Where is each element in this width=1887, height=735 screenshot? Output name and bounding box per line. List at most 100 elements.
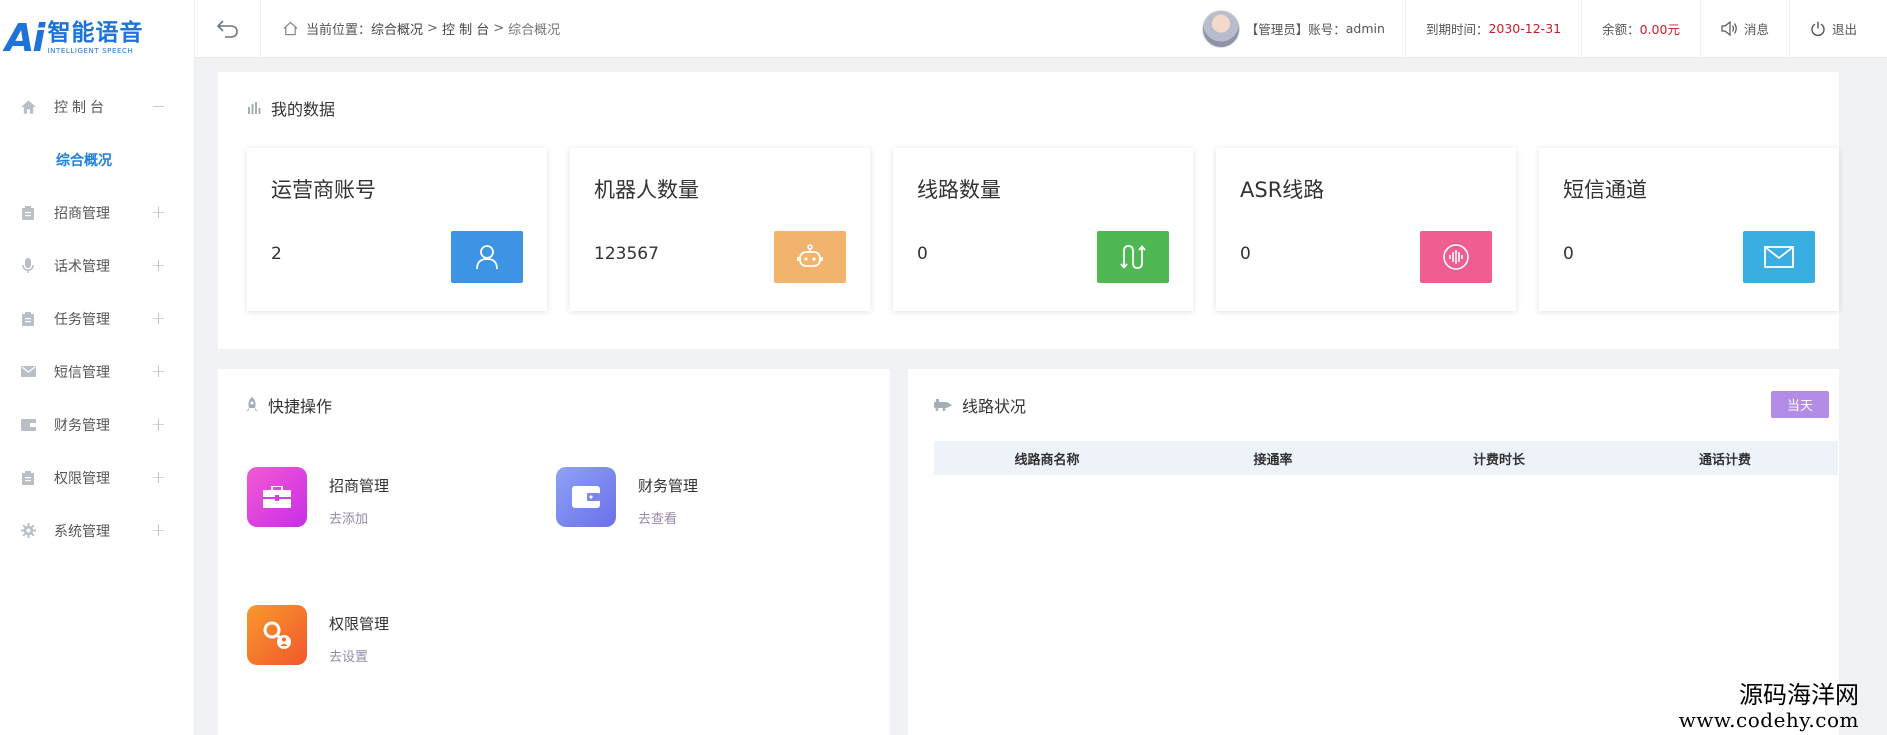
column-header[interactable]: 接通率 <box>1160 449 1386 468</box>
sidebar-item-merchant[interactable]: 招商管理 + <box>0 186 194 239</box>
watermark: 源码海洋网 www.codehy.com <box>1678 681 1859 733</box>
breadcrumb-separator: > <box>427 21 438 36</box>
expand-icon[interactable]: + <box>151 467 166 488</box>
breadcrumb-separator: > <box>493 21 505 36</box>
sidebar-item-sms[interactable]: 短信管理 + <box>0 345 194 398</box>
sidebar-subitem-overview[interactable]: 综合概况 <box>0 133 194 186</box>
expand-icon[interactable]: + <box>151 414 166 435</box>
user-icon <box>451 231 523 283</box>
quick-action-link[interactable]: 去添加 <box>329 508 389 527</box>
user-info[interactable]: 【管理员】 账号： admin <box>1182 0 1405 58</box>
logo-title: 智能语音 <box>47 20 144 47</box>
collapse-icon[interactable]: − <box>151 96 166 117</box>
stat-title: ASR线路 <box>1240 178 1325 202</box>
logout-button[interactable]: 退出 <box>1788 0 1887 58</box>
today-button[interactable]: 当天 <box>1771 391 1829 418</box>
breadcrumb-link-console[interactable]: 控 制 台 <box>442 19 489 38</box>
expire-date: 2030-12-31 <box>1488 21 1562 36</box>
bar-chart-icon <box>248 102 261 114</box>
clipboard-icon <box>20 205 36 221</box>
app-logo[interactable]: Ai 智能语音 INTELLIGENT SPEECH <box>0 0 194 76</box>
line-status-table: 线路商名称 接通率 计费时长 通话计费 <box>934 441 1838 475</box>
user-role: 【管理员】 <box>1245 22 1309 37</box>
sidebar-item-script[interactable]: 话术管理 + <box>0 239 194 292</box>
back-button[interactable] <box>195 0 261 58</box>
speaker-icon <box>1721 21 1737 36</box>
expand-icon[interactable]: + <box>151 361 166 382</box>
breadcrumb: 当前位置： 综合概况 > 控 制 台 > 综合概况 <box>261 19 1182 38</box>
undo-icon <box>216 19 238 38</box>
stat-title: 运营商账号 <box>271 178 376 202</box>
quick-action-name: 财务管理 <box>638 477 699 495</box>
stat-card-sms[interactable]: 短信通道 0 <box>1539 148 1839 311</box>
quick-action-name: 招商管理 <box>329 477 390 495</box>
stat-card-operator[interactable]: 运营商账号 2 <box>247 148 547 311</box>
breadcrumb-prefix: 当前位置： <box>306 23 372 38</box>
stat-title: 线路数量 <box>917 178 1001 202</box>
clipboard-icon <box>20 311 36 327</box>
quick-action-link[interactable]: 去查看 <box>638 508 698 527</box>
breadcrumb-current: 综合概况 <box>508 23 561 38</box>
watermark-title: 源码海洋网 <box>1739 681 1859 709</box>
stat-title: 短信通道 <box>1563 178 1647 202</box>
stat-card-asr[interactable]: ASR线路 0 <box>1216 148 1516 311</box>
stat-card-line[interactable]: 线路数量 0 <box>893 148 1193 311</box>
sidebar-item-finance[interactable]: 财务管理 + <box>0 398 194 451</box>
quick-finance[interactable]: 财务管理 去查看 <box>556 467 698 527</box>
stat-value: 123567 <box>594 244 659 264</box>
column-header[interactable]: 通话计费 <box>1612 449 1838 468</box>
stat-value: 0 <box>1563 244 1574 264</box>
route-icon <box>1097 231 1169 283</box>
microphone-icon <box>20 258 36 274</box>
expand-icon[interactable]: + <box>151 255 166 276</box>
stat-value: 2 <box>271 244 282 264</box>
sidebar-item-console[interactable]: 控制台 − <box>0 80 194 133</box>
balance-value: 0.00元 <box>1639 22 1680 37</box>
column-header[interactable]: 计费时长 <box>1386 449 1612 468</box>
expand-icon[interactable]: + <box>151 520 166 541</box>
wallet-icon <box>20 417 36 433</box>
my-data-panel: 我的数据 运营商账号 2 机器人数量 123567 线路数量 0 ASR线路 0… <box>218 72 1839 349</box>
sidebar-menu: 控制台 − 综合概况 招商管理 + 话术管理 + 任务管理 + 短信管理 + 财… <box>0 80 194 557</box>
balance-info: 余额： 0.00元 <box>1581 0 1700 58</box>
expand-icon[interactable]: + <box>151 308 166 329</box>
quick-actions-panel: 快捷操作 招商管理 去添加 财务管理 去查看 权限管理 去设置 <box>218 369 890 735</box>
message-button[interactable]: 消息 <box>1699 0 1789 58</box>
sidebar: Ai 智能语音 INTELLIGENT SPEECH 控制台 − 综合概况 招商… <box>0 0 195 735</box>
mail-icon <box>1743 231 1815 283</box>
sidebar-item-system[interactable]: 系统管理 + <box>0 504 194 557</box>
stat-card-robot[interactable]: 机器人数量 123567 <box>570 148 870 311</box>
panel-title: 线路状况 <box>934 393 1026 417</box>
power-icon <box>1811 21 1825 36</box>
avatar[interactable] <box>1201 9 1240 48</box>
quick-action-link[interactable]: 去设置 <box>329 646 389 665</box>
quick-merchant[interactable]: 招商管理 去添加 <box>247 467 389 527</box>
column-header[interactable]: 线路商名称 <box>934 449 1160 468</box>
wallet-icon <box>556 467 616 527</box>
expire-info: 到期时间： 2030-12-31 <box>1404 0 1581 58</box>
gear-icon <box>20 523 36 539</box>
breadcrumb-link-overview[interactable]: 综合概况 <box>371 19 423 38</box>
account-name: admin <box>1345 21 1385 36</box>
sidebar-item-permission[interactable]: 权限管理 + <box>0 451 194 504</box>
sidebar-item-task[interactable]: 任务管理 + <box>0 292 194 345</box>
key-user-icon <box>247 605 307 665</box>
train-icon <box>934 399 952 411</box>
logo-mark: Ai <box>5 16 45 60</box>
rocket-icon <box>246 397 258 413</box>
quick-permission[interactable]: 权限管理 去设置 <box>247 605 389 665</box>
stat-value: 0 <box>917 244 928 264</box>
logo-subtitle: INTELLIGENT SPEECH <box>47 46 134 55</box>
stat-value: 0 <box>1240 244 1251 264</box>
expire-label: 到期时间： <box>1425 22 1489 37</box>
voice-icon <box>1420 231 1492 283</box>
panel-title: 快捷操作 <box>246 393 332 417</box>
balance-label: 余额： <box>1602 22 1640 37</box>
robot-icon <box>774 231 846 283</box>
expand-icon[interactable]: + <box>151 202 166 223</box>
watermark-url: www.codehy.com <box>1678 708 1859 733</box>
envelope-icon <box>20 364 36 380</box>
account-label: 账号： <box>1308 22 1346 37</box>
clipboard-icon <box>20 470 36 486</box>
stat-title: 机器人数量 <box>594 178 699 202</box>
